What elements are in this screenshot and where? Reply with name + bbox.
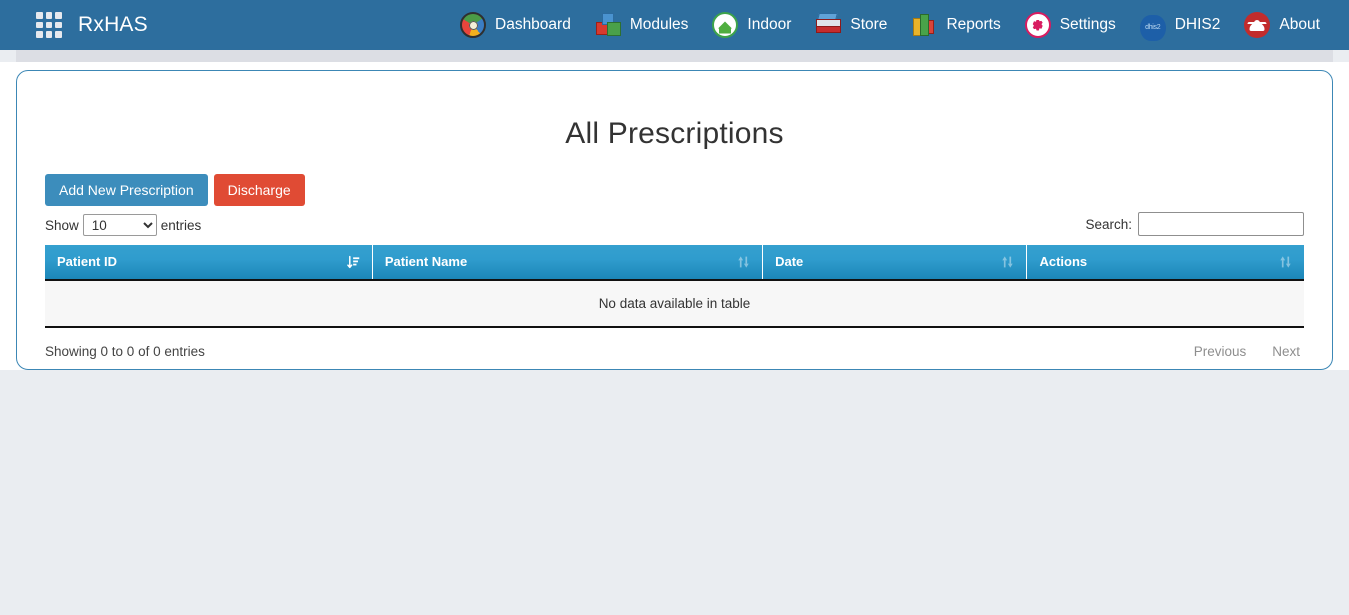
nav-item-about[interactable]: About <box>1232 0 1332 50</box>
nav-item-indoor[interactable]: Indoor <box>700 0 803 50</box>
entries-label: entries <box>160 217 202 233</box>
column-header-patient-id[interactable]: Patient ID <box>45 245 373 281</box>
nav-label-store: Store <box>850 16 888 34</box>
empty-table-message: No data available in table <box>45 280 1304 328</box>
search-control: Search: <box>1085 212 1304 236</box>
show-label: Show <box>45 217 79 233</box>
nav-label-settings: Settings <box>1059 16 1116 34</box>
page-body: All Prescriptions Add New Prescription D… <box>0 62 1349 370</box>
nav-item-settings[interactable]: Settings <box>1013 0 1128 50</box>
table-body: No data available in table <box>45 280 1304 328</box>
nav-label-dhis2: DHIS2 <box>1174 16 1221 34</box>
grid-cell <box>55 31 62 38</box>
column-label: Patient Name <box>384 254 468 269</box>
nav-item-modules[interactable]: Modules <box>583 0 701 50</box>
store-books-icon <box>815 12 842 38</box>
pagination-previous[interactable]: Previous <box>1190 342 1251 361</box>
nav-item-dashboard[interactable]: Dashboard <box>448 0 583 50</box>
datatable-controls: Show 10 25 50 100 entries Search: <box>45 212 1304 236</box>
prescriptions-table: Patient ID Patient Name Date Actions No … <box>45 245 1304 328</box>
dhis2-logo-icon: dhis2 <box>1139 14 1166 41</box>
indoor-home-icon <box>712 12 739 38</box>
grid-cell <box>45 21 53 29</box>
page-title: All Prescriptions <box>565 117 784 150</box>
grid-cell <box>55 12 62 19</box>
navbar-menu: Dashboard Modules Indoor Store Reports S… <box>448 0 1332 50</box>
dhis2-logo-text: dhis2 <box>1145 24 1161 31</box>
entries-length-control: Show 10 25 50 100 entries <box>45 214 201 236</box>
table-head: Patient ID Patient Name Date Actions <box>45 245 1304 281</box>
modules-icon <box>595 12 621 38</box>
sort-amount-asc-icon <box>347 255 360 269</box>
sort-updown-icon <box>1002 256 1014 268</box>
table-row-empty: No data available in table <box>45 280 1304 328</box>
entries-per-page-select[interactable]: 10 25 50 100 <box>82 214 157 236</box>
brand-area: RxHAS <box>0 12 148 38</box>
pagination-next[interactable]: Next <box>1268 342 1304 361</box>
column-label: Date <box>775 254 804 269</box>
column-label: Patient ID <box>57 254 117 269</box>
table-header-row: Patient ID Patient Name Date Actions <box>45 245 1304 281</box>
discharge-button[interactable]: Discharge <box>213 174 305 206</box>
dashboard-icon <box>460 12 486 38</box>
grid-cell <box>36 31 43 38</box>
action-button-row: Add New Prescription Discharge <box>45 174 1304 206</box>
nav-item-reports[interactable]: Reports <box>899 0 1012 50</box>
nav-label-about: About <box>1279 16 1320 34</box>
sort-updown-icon <box>738 256 749 268</box>
nav-item-dhis2[interactable]: dhis2 DHIS2 <box>1128 0 1233 50</box>
nav-label-modules: Modules <box>629 16 689 34</box>
column-header-actions[interactable]: Actions <box>1026 245 1304 281</box>
pagination: Previous Next <box>1190 342 1304 361</box>
search-label: Search: <box>1085 216 1132 232</box>
column-header-patient-name[interactable]: Patient Name <box>372 245 764 281</box>
entries-info: Showing 0 to 0 of 0 entries <box>45 344 205 359</box>
grid-cell <box>36 12 43 19</box>
nav-item-store[interactable]: Store <box>803 0 899 50</box>
grid-cell <box>36 21 43 29</box>
nav-label-dashboard: Dashboard <box>495 16 571 34</box>
search-input[interactable] <box>1138 212 1304 236</box>
brand-title[interactable]: RxHAS <box>78 13 148 37</box>
about-people-icon <box>1244 12 1271 38</box>
content-top-strip <box>16 50 1333 62</box>
nav-label-indoor: Indoor <box>747 16 792 34</box>
top-navbar: RxHAS Dashboard Modules Indoor Store Rep… <box>0 0 1349 50</box>
settings-gear-icon <box>1024 12 1051 38</box>
grid-cell <box>45 31 53 38</box>
reports-bar-chart-icon <box>911 12 937 38</box>
prescriptions-card: All Prescriptions Add New Prescription D… <box>16 70 1333 370</box>
add-new-prescription-button[interactable]: Add New Prescription <box>45 174 208 206</box>
column-label: Actions <box>1039 254 1088 269</box>
datatable-footer: Showing 0 to 0 of 0 entries Previous Nex… <box>45 342 1304 361</box>
grid-cell <box>55 21 62 29</box>
grid-cell <box>45 12 53 19</box>
grid-menu-icon[interactable] <box>36 12 62 38</box>
nav-label-reports: Reports <box>946 16 1001 34</box>
sort-updown-icon <box>1280 256 1291 268</box>
column-header-date[interactable]: Date <box>762 245 1028 281</box>
